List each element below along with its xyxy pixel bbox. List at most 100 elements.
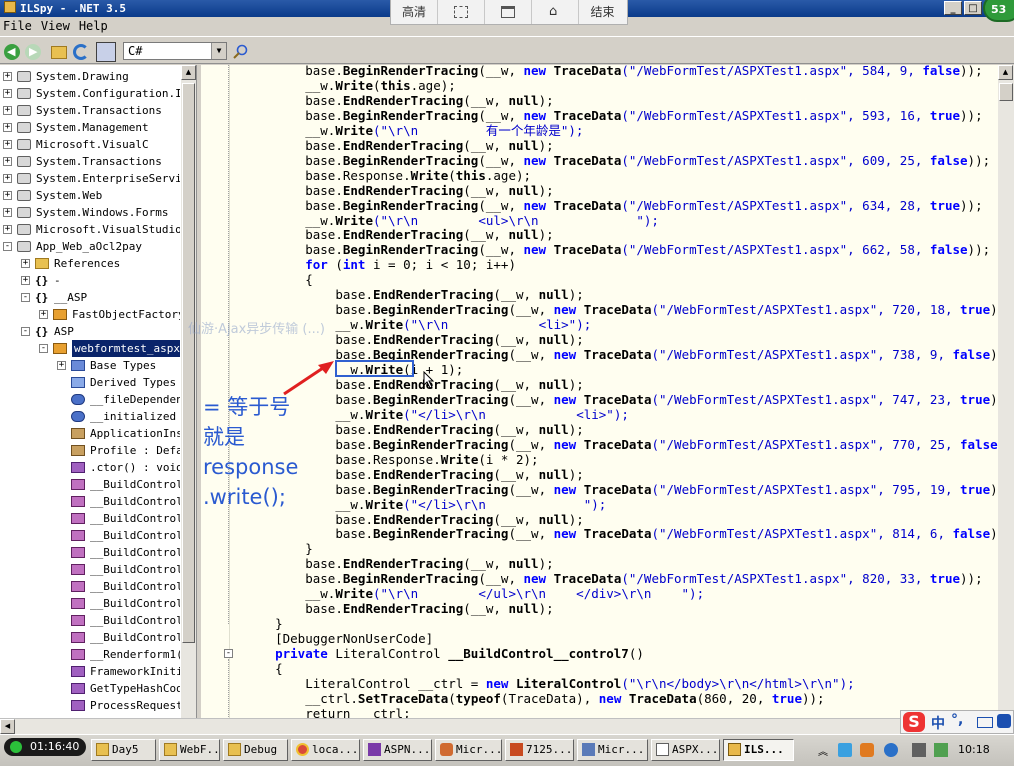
search-icon[interactable] bbox=[233, 44, 249, 60]
tree-item[interactable]: .ctor() : void bbox=[0, 459, 180, 476]
expand-icon[interactable]: + bbox=[3, 174, 12, 183]
tree-item[interactable]: + Microsoft.VisualStudio.W bbox=[0, 221, 180, 238]
tree-item[interactable]: __BuildControl bbox=[0, 595, 180, 612]
tree-item[interactable]: + System.Transactions bbox=[0, 153, 180, 170]
expand-icon[interactable]: + bbox=[21, 276, 30, 285]
tree-item[interactable]: __BuildControl bbox=[0, 527, 180, 544]
tree-scroll-up-button[interactable]: ▲ bbox=[181, 65, 196, 80]
tree-item[interactable]: + System.Management bbox=[0, 119, 180, 136]
menu-file[interactable]: File bbox=[3, 19, 32, 33]
ime-toolbar[interactable]: S 中 °, bbox=[900, 710, 1014, 734]
code-scroll-thumb[interactable] bbox=[999, 83, 1013, 101]
tree-item[interactable]: - webformtest_aspxt bbox=[0, 340, 180, 357]
forward-icon[interactable]: ▶ bbox=[25, 44, 41, 60]
tree-item[interactable]: + Base Types bbox=[0, 357, 180, 374]
taskbar-button[interactable]: 7125... bbox=[505, 739, 574, 761]
code-scrollbar[interactable]: ▲ bbox=[998, 65, 1014, 718]
back-icon[interactable]: ◀ bbox=[4, 44, 20, 60]
tree-item[interactable]: -{} __ASP bbox=[0, 289, 180, 306]
shield-icon[interactable] bbox=[860, 743, 874, 757]
tree-item[interactable]: Profile : Defa bbox=[0, 442, 180, 459]
expand-icon[interactable]: + bbox=[21, 259, 30, 268]
tree-item[interactable]: + System.Transactions bbox=[0, 102, 180, 119]
tree-item[interactable]: ProcessRequest bbox=[0, 697, 180, 714]
user-icon[interactable] bbox=[884, 743, 898, 757]
network-icon[interactable] bbox=[838, 743, 852, 757]
expand-icon[interactable]: + bbox=[3, 208, 12, 217]
expand-icon[interactable]: + bbox=[3, 140, 12, 149]
expand-icon[interactable]: + bbox=[3, 106, 12, 115]
tray-expand-icon[interactable]: ︽ bbox=[818, 743, 832, 758]
collapse-icon[interactable]: - bbox=[21, 327, 30, 336]
power-icon[interactable] bbox=[934, 743, 948, 757]
expand-icon[interactable]: + bbox=[3, 123, 12, 132]
code-scroll-up-button[interactable]: ▲ bbox=[998, 65, 1013, 80]
collapse-icon[interactable]: - bbox=[39, 344, 48, 353]
horizontal-scrollbar[interactable]: ◀ bbox=[0, 718, 1014, 735]
maximize-button[interactable]: □ bbox=[964, 1, 982, 15]
tree-item[interactable]: __fileDependen bbox=[0, 391, 180, 408]
assembly-tree[interactable]: ProcessRequest GetTypeHashCod FrameworkIni… bbox=[0, 65, 197, 718]
tree-item[interactable]: __BuildControl bbox=[0, 544, 180, 561]
tree-item[interactable]: __BuildControl bbox=[0, 612, 180, 629]
collapse-icon[interactable]: - bbox=[3, 242, 12, 251]
ime-tools-icon[interactable] bbox=[997, 714, 1011, 728]
taskbar-button[interactable]: Micr... bbox=[577, 739, 648, 761]
taskbar-button[interactable]: loca... bbox=[291, 739, 360, 761]
tree-scroll-thumb[interactable] bbox=[182, 83, 195, 643]
tree-item[interactable]: + {} - bbox=[0, 272, 180, 289]
ime-punctuation-icon[interactable]: °, bbox=[951, 712, 963, 728]
tree-item[interactable]: + FastObjectFactory bbox=[0, 306, 180, 323]
tree-item[interactable]: + References bbox=[0, 255, 180, 272]
fold-toggle-icon[interactable]: - bbox=[224, 649, 233, 659]
open-folder-icon[interactable] bbox=[51, 46, 67, 59]
tree-item[interactable]: __Renderform1( bbox=[0, 646, 180, 663]
tree-item[interactable]: __initialized bbox=[0, 408, 180, 425]
tree-item[interactable]: ApplicationIns bbox=[0, 425, 180, 442]
clock[interactable]: 10:18 bbox=[958, 743, 990, 756]
tree-item[interactable]: GetTypeHashCod bbox=[0, 680, 180, 697]
tree-item[interactable]: -{} ASP bbox=[0, 323, 180, 340]
tree-item[interactable]: + System.EnterpriseServic bbox=[0, 170, 180, 187]
tree-item[interactable]: __BuildControl bbox=[0, 510, 180, 527]
tree-item[interactable]: __BuildControl bbox=[0, 561, 180, 578]
refresh-icon[interactable] bbox=[73, 44, 89, 60]
menu-help[interactable]: Help bbox=[79, 19, 108, 33]
chevron-down-icon[interactable]: ▼ bbox=[211, 43, 226, 59]
sogou-icon[interactable]: S bbox=[903, 712, 925, 732]
view-options-icon[interactable] bbox=[96, 42, 116, 62]
expand-icon[interactable]: + bbox=[57, 361, 66, 370]
tree-item[interactable]: __BuildControl bbox=[0, 578, 180, 595]
tree-item[interactable]: __BuildControl bbox=[0, 493, 180, 510]
expand-icon[interactable]: + bbox=[3, 89, 12, 98]
tree-item[interactable]: FrameworkIniti bbox=[0, 663, 180, 680]
minimize-button[interactable]: _ bbox=[944, 1, 962, 15]
tree-item[interactable]: + System.Configuration.Ins bbox=[0, 85, 180, 102]
ime-mode-chinese[interactable]: 中 bbox=[931, 713, 945, 733]
taskbar-button[interactable]: ASPX... bbox=[651, 739, 720, 761]
expand-icon[interactable]: + bbox=[3, 72, 12, 81]
taskbar-button[interactable]: ASPN... bbox=[363, 739, 432, 761]
taskbar-button[interactable]: WebF... bbox=[159, 739, 220, 761]
taskbar-button[interactable]: Debug bbox=[223, 739, 288, 761]
expand-icon[interactable]: + bbox=[3, 225, 12, 234]
collapse-icon[interactable]: - bbox=[21, 293, 30, 302]
menu-view[interactable]: View bbox=[41, 19, 70, 33]
expand-icon[interactable]: + bbox=[3, 157, 12, 166]
taskbar-button[interactable]: Day5 bbox=[91, 739, 156, 761]
tree-item[interactable]: + Microsoft.VisualC bbox=[0, 136, 180, 153]
tree-item[interactable]: __BuildControl bbox=[0, 476, 180, 493]
tree-item[interactable]: __BuildControl bbox=[0, 629, 180, 646]
keyboard-icon[interactable] bbox=[977, 717, 993, 728]
expand-icon[interactable]: + bbox=[39, 310, 48, 319]
recorder-timer[interactable]: 01:16:40 bbox=[4, 738, 86, 756]
tree-item[interactable]: - App_Web_aOcl2pay bbox=[0, 238, 180, 255]
taskbar-button[interactable]: ILS... bbox=[723, 739, 794, 761]
volume-icon[interactable] bbox=[912, 743, 926, 757]
tree-item[interactable]: Derived Types bbox=[0, 374, 180, 391]
tree-item[interactable]: + System.Windows.Forms bbox=[0, 204, 180, 221]
tree-scrollbar[interactable]: ▲ bbox=[181, 65, 196, 718]
expand-icon[interactable]: + bbox=[3, 191, 12, 200]
tree-item[interactable]: + System.Drawing bbox=[0, 68, 180, 85]
tree-item[interactable]: + System.Web bbox=[0, 187, 180, 204]
